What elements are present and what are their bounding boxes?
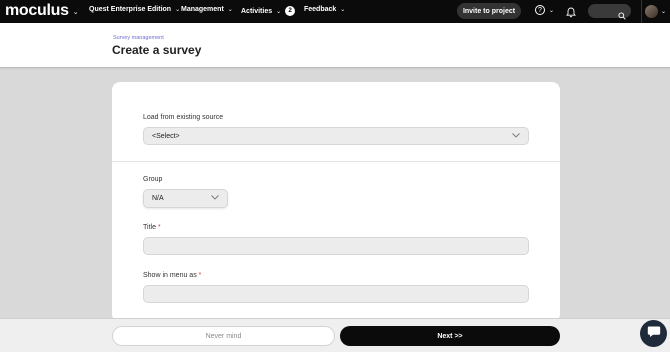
top-navigation-bar: moculus ⌄ Quest Enterprise Edition ⌄ Man… (0, 0, 670, 23)
logo-text: moculus (5, 2, 69, 19)
help-menu[interactable]: ? ⌄ (535, 5, 554, 15)
source-label: Load from existing source (143, 114, 224, 121)
menu-label-text: Show in menu as (143, 272, 197, 279)
group-select-value: N/A (152, 195, 164, 202)
help-icon: ? (535, 5, 545, 15)
chevron-down-icon: ⌄ (227, 7, 233, 13)
nav-item-activities[interactable]: Activities ⌄ 2 (241, 6, 296, 16)
menu-label: Show in menu as * (143, 272, 201, 279)
nav-item-edition[interactable]: Quest Enterprise Edition ⌄ (89, 6, 180, 13)
chevron-down-icon: ⌄ (661, 9, 667, 15)
nav-item-label: Quest Enterprise Edition (89, 6, 172, 13)
bottom-action-bar: Never mind Next >> (0, 318, 670, 352)
chevron-down-icon: ⌄ (276, 8, 282, 15)
show-in-menu-input[interactable] (143, 285, 529, 303)
required-mark: * (157, 224, 161, 231)
chevron-down-icon: ⌄ (340, 7, 346, 13)
nav-item-label: Activities (241, 7, 273, 15)
never-mind-button[interactable]: Never mind (112, 326, 335, 346)
group-label: Group (143, 176, 163, 183)
chat-icon (647, 325, 661, 343)
page-title: Create a survey (112, 43, 202, 57)
group-select[interactable]: N/A (143, 189, 228, 208)
section-divider (112, 161, 560, 162)
title-label: Title * (143, 224, 161, 231)
chevron-down-icon: ⌄ (72, 9, 79, 16)
source-select-value: <Select> (152, 132, 180, 140)
nav-item-label: Management (181, 6, 224, 13)
avatar (645, 5, 658, 18)
chat-button[interactable] (640, 320, 667, 347)
search-input[interactable] (588, 4, 631, 20)
required-mark: * (198, 272, 202, 279)
title-label-text: Title (143, 224, 156, 231)
user-menu[interactable]: ⌄ (641, 0, 666, 23)
title-input[interactable] (143, 237, 529, 255)
chevron-down-icon: ⌄ (175, 7, 181, 13)
nav-item-feedback[interactable]: Feedback ⌄ (304, 6, 345, 13)
nav-item-label: Feedback (304, 6, 337, 13)
nav-item-management[interactable]: Management ⌄ (181, 6, 233, 13)
activities-count-badge: 2 (285, 6, 296, 16)
survey-form-card: Load from existing source <Select> Group… (112, 82, 560, 322)
chevron-down-icon (512, 133, 520, 140)
app-logo[interactable]: moculus ⌄ (5, 2, 79, 20)
chevron-down-icon (211, 195, 219, 202)
source-select[interactable]: <Select> (143, 127, 529, 145)
breadcrumb[interactable]: Survey management (113, 35, 164, 41)
invite-to-project-button[interactable]: Invite to project (457, 3, 521, 19)
chevron-down-icon: ⌄ (549, 7, 555, 14)
bell-icon[interactable] (566, 5, 576, 23)
page-header: Survey management Create a survey (0, 23, 670, 68)
next-button[interactable]: Next >> (340, 326, 560, 346)
